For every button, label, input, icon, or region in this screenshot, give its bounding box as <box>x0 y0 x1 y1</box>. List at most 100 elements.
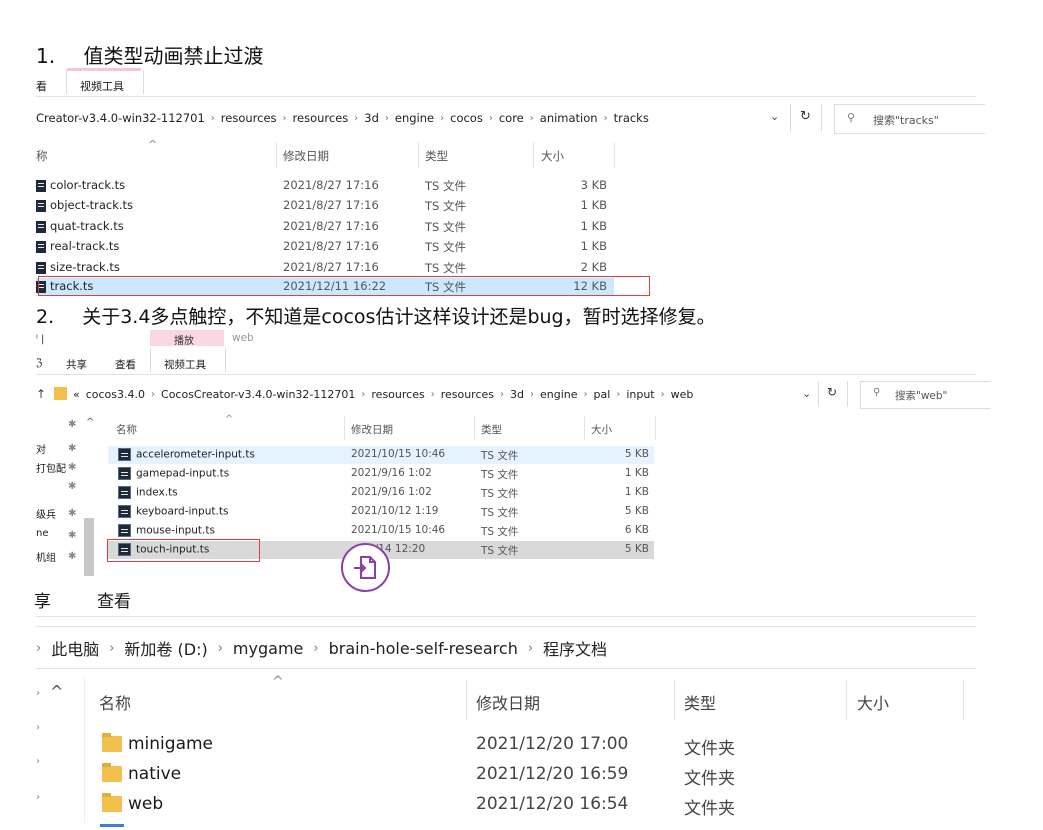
breadcrumb-item[interactable]: CocosCreator-v3.4.0-win32-112701 <box>161 388 355 401</box>
ribbon-tab-share[interactable]: 共享 <box>66 357 87 372</box>
folder-row[interactable]: web 2021/12/20 16:54 文件夹 <box>96 790 956 819</box>
breadcrumb-item[interactable]: animation <box>540 111 598 125</box>
breadcrumb-item[interactable]: cocos <box>450 111 483 125</box>
file-row[interactable]: object-track.ts 2021/8/27 17:16 TS 文件 1 … <box>36 197 614 217</box>
file-row[interactable]: quat-track.ts 2021/8/27 17:16 TS 文件 1 KB <box>36 218 614 238</box>
breadcrumb-item[interactable]: resources <box>221 111 277 125</box>
file-row[interactable]: real-track.ts 2021/8/27 17:16 TS 文件 1 KB <box>36 238 614 258</box>
refresh-button[interactable]: ↻ <box>818 381 848 407</box>
breadcrumb-item[interactable]: core <box>499 111 524 125</box>
breadcrumb-item[interactable]: engine <box>395 111 434 125</box>
ribbon-tab-view[interactable]: 查看 <box>97 587 131 612</box>
sort-up-icon: ^ <box>272 674 284 690</box>
breadcrumb-item[interactable]: resources <box>441 388 494 401</box>
breadcrumb-item[interactable]: brain-hole-self-research <box>329 639 518 658</box>
file-date: 2021/9/16 1:02 <box>351 486 432 498</box>
file-row[interactable]: index.ts 2021/9/16 1:02 TS 文件 1 KB <box>108 484 654 502</box>
file-type: TS 文件 <box>425 179 466 193</box>
ribbon-tab-view-partial[interactable]: 看 <box>36 78 47 94</box>
file-type: TS 文件 <box>481 469 519 481</box>
column-divider <box>466 680 467 720</box>
column-header-type[interactable]: 类型 <box>684 690 716 714</box>
ribbon-tab-share[interactable]: 享 <box>34 587 51 612</box>
breadcrumb-item-current[interactable]: 程序文档 <box>543 636 607 660</box>
column-header-date[interactable]: 修改日期 <box>476 690 540 714</box>
file-name: object-track.ts <box>50 198 134 212</box>
address-bar[interactable]: Creator-v3.4.0-win32-112701 › resources › … <box>36 111 649 125</box>
chevron-right-icon: › <box>583 389 588 400</box>
nav-item[interactable]: ne <box>36 528 49 539</box>
search-placeholder: 搜索"tracks" <box>873 114 939 127</box>
column-header-size[interactable]: 大小 <box>857 690 889 714</box>
search-input[interactable]: ⚲ 搜索"web" <box>860 381 991 409</box>
column-header-name[interactable]: 称 <box>36 148 48 164</box>
ts-file-icon <box>118 467 131 480</box>
file-size: 1 KB <box>580 239 607 253</box>
nav-item[interactable]: 机组 <box>36 549 56 564</box>
breadcrumb-item-current[interactable]: tracks <box>614 111 649 125</box>
ts-file-icon <box>118 524 131 537</box>
chevron-down-icon[interactable]: ⌄ <box>770 110 779 123</box>
expand-chevron-icon[interactable]: › <box>36 722 40 733</box>
folder-icon <box>102 763 122 782</box>
breadcrumb-item[interactable]: input <box>626 388 654 401</box>
file-date: 2021/8/27 17:16 <box>283 260 379 274</box>
search-input[interactable]: ⚲ 搜索"tracks" <box>834 104 985 134</box>
chevron-right-icon: › <box>440 112 445 124</box>
folder-type: 文件夹 <box>684 769 735 789</box>
refresh-button[interactable]: ↻ <box>790 104 822 132</box>
breadcrumb-item-current[interactable]: web <box>671 388 694 401</box>
breadcrumb-item[interactable]: engine <box>540 388 578 401</box>
column-divider <box>533 142 534 168</box>
column-header-size[interactable]: 大小 <box>591 422 612 437</box>
ribbon-tab-video-tools[interactable]: 视频工具 <box>150 348 226 372</box>
chevron-right-icon: › <box>530 389 534 400</box>
breadcrumb-overflow[interactable]: « <box>73 388 80 401</box>
file-row[interactable]: accelerometer-input.ts 2021/10/15 10:46 … <box>108 446 654 464</box>
context-tab-play[interactable]: 播放 <box>150 330 224 347</box>
folder-row[interactable]: native 2021/12/20 16:59 文件夹 <box>96 760 956 789</box>
nav-item[interactable]: 对 <box>36 441 46 456</box>
expand-chevron-icon[interactable]: › <box>36 756 40 767</box>
column-header-name[interactable]: 名称 <box>116 422 137 437</box>
file-name: gamepad-input.ts <box>136 467 230 480</box>
pin-icon: ✱ <box>68 443 77 454</box>
up-arrow-icon[interactable]: ↑ <box>36 387 46 401</box>
file-size: 5 KB <box>624 505 649 517</box>
breadcrumb-item[interactable]: resources <box>371 388 424 401</box>
sort-up-icon: ^ <box>225 414 234 425</box>
breadcrumb-item[interactable]: pal <box>594 388 611 401</box>
ribbon-tab-view[interactable]: 查看 <box>115 357 136 372</box>
breadcrumb-item[interactable]: 新加卷 (D:) <box>124 636 207 660</box>
heading-2: 2. 关于3.4多点触控，不知道是cocos估计这样设计还是bug，暂时选择修复… <box>36 302 716 329</box>
nav-item[interactable]: 打包配 <box>36 460 66 475</box>
file-date: 2021/8/27 17:16 <box>283 178 379 192</box>
breadcrumb-item[interactable]: Creator-v3.4.0-win32-112701 <box>36 111 205 125</box>
file-row[interactable]: keyboard-input.ts 2021/10/12 1:19 TS 文件 … <box>108 503 654 521</box>
nav-item[interactable]: 级兵 <box>36 506 56 521</box>
column-header-name[interactable]: 名称 <box>99 690 131 714</box>
breadcrumb-item[interactable]: 此电脑 <box>51 636 99 660</box>
column-header-type[interactable]: 类型 <box>425 148 448 164</box>
breadcrumb-item[interactable]: mygame <box>233 639 303 658</box>
breadcrumb-item[interactable]: 3d <box>510 388 524 401</box>
expand-chevron-icon[interactable]: › <box>36 792 40 803</box>
breadcrumb-item[interactable]: 3d <box>364 111 379 125</box>
chevron-right-icon: › <box>361 389 366 400</box>
expand-chevron-icon[interactable]: › <box>36 688 40 699</box>
breadcrumb-item[interactable]: cocos3.4.0 <box>86 388 145 401</box>
column-header-date[interactable]: 修改日期 <box>283 148 329 164</box>
file-row[interactable]: mouse-input.ts 2021/10/15 10:46 TS 文件 6 … <box>108 522 654 540</box>
file-row[interactable]: gamepad-input.ts 2021/9/16 1:02 TS 文件 1 … <box>108 465 654 483</box>
column-divider <box>584 416 585 440</box>
column-header-type[interactable]: 类型 <box>481 422 502 437</box>
folder-row[interactable]: minigame 2021/12/20 17:00 文件夹 <box>96 730 956 759</box>
address-bar[interactable]: › 此电脑 › 新加卷 (D:) › mygame › brain-hole-self… <box>36 636 607 660</box>
file-row[interactable]: color-track.ts 2021/8/27 17:16 TS 文件 3 K… <box>36 177 614 197</box>
chevron-down-icon[interactable]: ⌄ <box>802 387 811 400</box>
breadcrumb-item[interactable]: resources <box>293 111 349 125</box>
column-header-date[interactable]: 修改日期 <box>351 422 393 437</box>
scrollbar-thumb[interactable] <box>84 518 94 576</box>
column-header-size[interactable]: 大小 <box>541 148 564 164</box>
address-bar[interactable]: « cocos3.4.0 › CocosCreator-v3.4.0-win32-… <box>73 388 693 401</box>
